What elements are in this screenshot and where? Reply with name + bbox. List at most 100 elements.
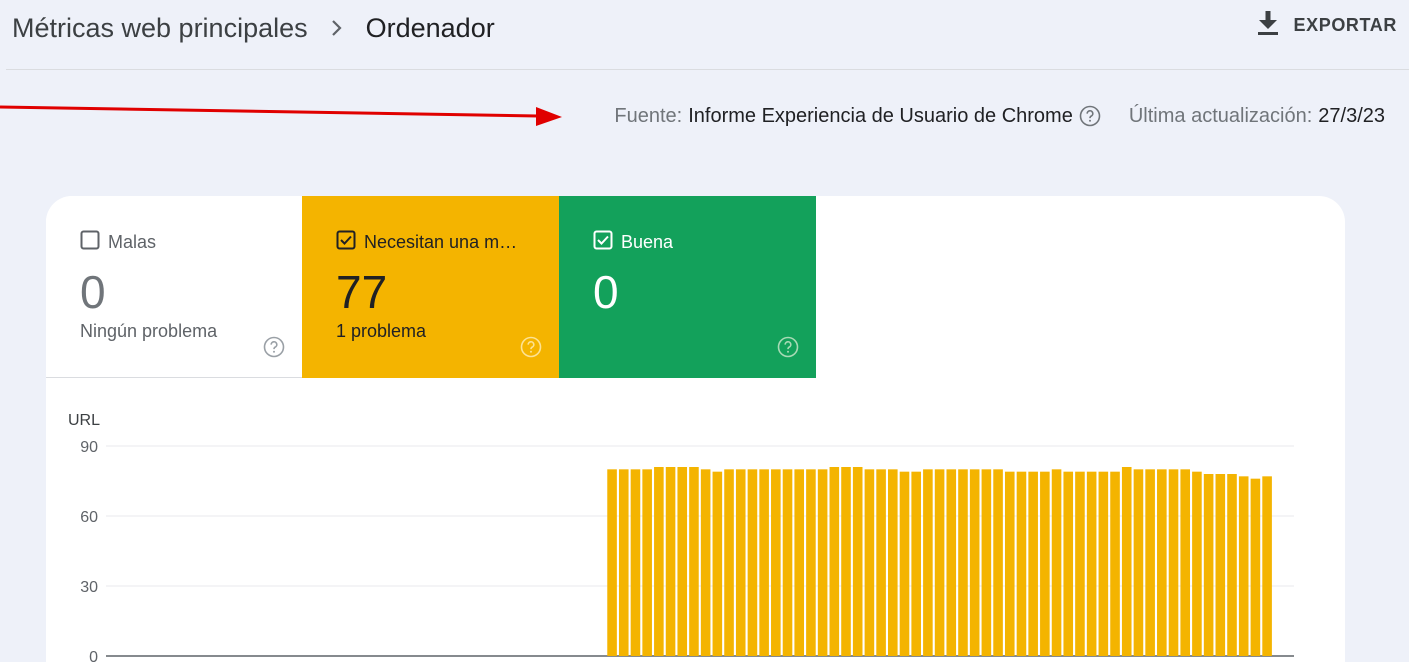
chart-bar[interactable] (782, 469, 793, 656)
chart-bar[interactable] (642, 469, 652, 656)
chart-bar[interactable] (946, 469, 957, 656)
breadcrumb-parent-link[interactable]: Métricas web principales (12, 13, 308, 44)
bar-chart: 0 30 60 90 (80, 439, 1294, 662)
chart-bar[interactable] (817, 469, 828, 656)
page-header: Métricas web principales Ordenador EXPOR… (0, 0, 1409, 70)
chart-bar[interactable] (969, 469, 980, 656)
chart-bar[interactable] (1157, 469, 1167, 656)
chart-bar[interactable] (759, 469, 769, 656)
chart-bar[interactable] (665, 467, 676, 656)
updated-value: 27/3/23 (1318, 104, 1385, 127)
chart-bar[interactable] (771, 469, 781, 656)
chart-bar[interactable] (981, 469, 992, 656)
help-icon[interactable] (263, 336, 285, 358)
chart-bar[interactable] (700, 469, 711, 656)
tile-ni-header: Necesitan una m… (336, 230, 517, 255)
chart-bar[interactable] (1203, 474, 1214, 656)
chart-bar[interactable] (1004, 471, 1015, 656)
chart-bar[interactable] (958, 469, 968, 656)
breadcrumb-current: Ordenador (365, 12, 495, 43)
chart-bar[interactable] (712, 471, 723, 656)
tile-good[interactable]: Buena 0 (559, 196, 816, 378)
chart-bar[interactable] (1227, 474, 1237, 656)
chart-bar[interactable] (1051, 469, 1062, 656)
tile-ni-subtitle: 1 problema (336, 321, 427, 341)
chart-bar[interactable] (876, 469, 886, 656)
chart-bar[interactable] (735, 469, 746, 656)
chevron-right-icon (330, 18, 344, 38)
chart-bar[interactable] (1098, 471, 1109, 656)
chart-bar[interactable] (1180, 469, 1191, 656)
status-tiles: Malas 0 Ningún problema Necesitan una m…… (46, 196, 816, 378)
chart-area: URL 0 30 60 90 (46, 378, 1345, 662)
chart-bar[interactable] (794, 469, 805, 656)
y-tick-label: 0 (89, 649, 98, 662)
chart-bar[interactable] (689, 467, 699, 656)
tile-poor[interactable]: Malas 0 Ningún problema (46, 196, 302, 378)
tile-poor-header: Malas (80, 230, 156, 255)
chart-bar[interactable] (654, 467, 664, 656)
tile-poor-label: Malas (108, 232, 157, 252)
chart-bar[interactable] (911, 471, 921, 656)
chart-bar[interactable] (607, 469, 617, 656)
chart-bar[interactable] (618, 469, 629, 656)
chart-bar[interactable] (677, 467, 688, 656)
chart-bar[interactable] (1215, 474, 1226, 656)
chart-bar[interactable] (1238, 476, 1249, 656)
chart-bar[interactable] (888, 469, 898, 656)
tile-poor-count: 0 (80, 266, 106, 318)
download-icon (1256, 10, 1280, 41)
chart-bar[interactable] (899, 471, 910, 656)
chart-bar[interactable] (1192, 471, 1202, 656)
help-icon[interactable] (777, 336, 799, 358)
tile-good-count: 0 (593, 266, 619, 318)
chart-bar[interactable] (724, 469, 734, 656)
tile-good-header: Buena (593, 230, 673, 255)
tile-poor-subtitle: Ningún problema (80, 321, 218, 341)
chart-bar[interactable] (934, 469, 945, 656)
chart-bar[interactable] (1110, 471, 1120, 656)
chart-bar[interactable] (1016, 471, 1027, 656)
red-arrow-annotation (0, 105, 562, 126)
source-value: Informe Experiencia de Usuario de Chrome (688, 104, 1073, 127)
chart-bar[interactable] (852, 467, 863, 656)
tile-good-label: Buena (621, 232, 674, 252)
chart-bar[interactable] (864, 469, 875, 656)
help-icon[interactable] (520, 336, 542, 358)
export-button[interactable]: EXPORTAR (1256, 10, 1397, 40)
chart-bar[interactable] (829, 467, 840, 656)
chart-bar[interactable] (993, 469, 1003, 656)
help-icon[interactable] (1079, 105, 1101, 127)
source-info: Fuente: Informe Experiencia de Usuario d… (614, 103, 1385, 129)
chart-bar[interactable] (806, 469, 816, 656)
tile-ni-label: Necesitan una m… (364, 232, 518, 252)
tile-needs-improvement[interactable]: Necesitan una m… 77 1 problema (302, 196, 559, 378)
checkbox-checked-icon[interactable] (593, 230, 613, 255)
source-label: Fuente: (614, 104, 683, 127)
chart-bar[interactable] (1075, 471, 1085, 656)
checkbox-unchecked-icon[interactable] (80, 230, 100, 255)
chart-bar[interactable] (1121, 467, 1132, 656)
updated-label: Última actualización: (1128, 104, 1313, 127)
chart-bar[interactable] (1145, 469, 1155, 656)
report-card: Malas 0 Ningún problema Necesitan una m…… (46, 196, 1345, 662)
chart-bar[interactable] (1250, 478, 1261, 656)
y-tick-label: 60 (80, 509, 98, 526)
chart-bar[interactable] (1086, 471, 1097, 656)
y-tick-label: 30 (80, 579, 98, 596)
chart-bar[interactable] (1168, 469, 1179, 656)
chart-bar[interactable] (1133, 469, 1144, 656)
export-label: EXPORTAR (1293, 14, 1397, 35)
chart-bar[interactable] (630, 469, 641, 656)
checkbox-checked-icon[interactable] (336, 230, 356, 255)
chart-bar[interactable] (747, 469, 758, 656)
breadcrumb: Métricas web principales Ordenador (12, 10, 495, 46)
y-tick-label: 90 (80, 439, 98, 456)
chart-bar[interactable] (1040, 471, 1050, 656)
chart-bar[interactable] (841, 467, 851, 656)
chart-bar[interactable] (1063, 471, 1074, 656)
chart-bar[interactable] (1028, 471, 1038, 656)
header-divider (6, 69, 1409, 70)
chart-bar[interactable] (923, 469, 933, 656)
chart-bar[interactable] (1262, 476, 1272, 656)
